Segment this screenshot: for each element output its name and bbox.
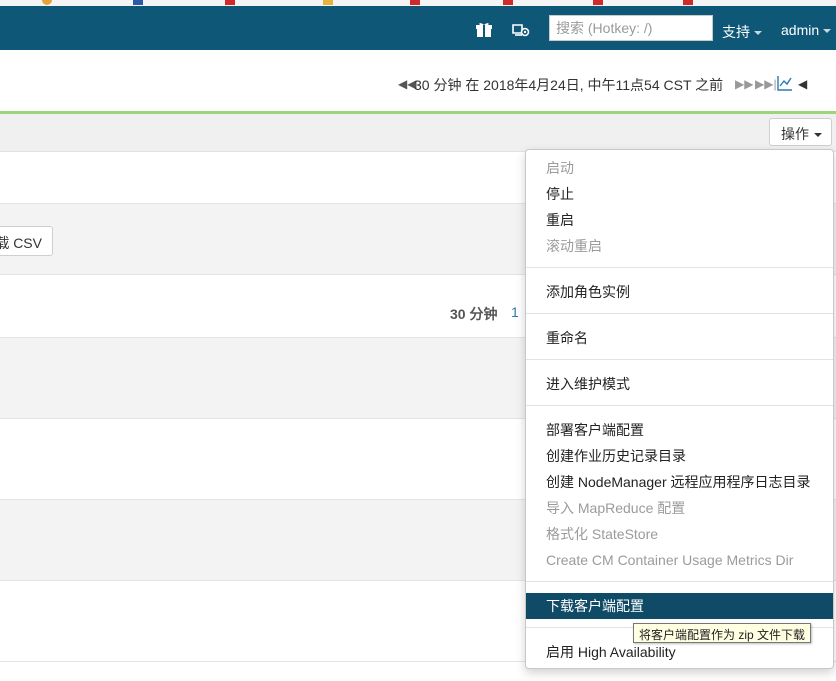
user-menu[interactable]: admin bbox=[781, 22, 832, 38]
menu-item-create-nodemanager-log-dir[interactable]: 创建 NodeManager 远程应用程序日志目录 bbox=[526, 469, 833, 495]
support-menu[interactable]: 支持 bbox=[722, 22, 762, 42]
menu-divider bbox=[526, 267, 833, 268]
bookmark-icon[interactable] bbox=[410, 0, 423, 5]
gift-icon[interactable] bbox=[475, 22, 493, 38]
menu-item-deploy-client-config[interactable]: 部署客户端配置 bbox=[526, 417, 833, 443]
bookmark-icon[interactable] bbox=[503, 0, 516, 5]
search-input[interactable] bbox=[549, 15, 713, 41]
menu-item-create-job-history-dir[interactable]: 创建作业历史记录目录 bbox=[526, 443, 833, 469]
menu-item-format-statestore[interactable]: 格式化 StateStore bbox=[526, 521, 833, 547]
page-toolbar: 操作 bbox=[0, 114, 836, 152]
menu-divider bbox=[526, 359, 833, 360]
actions-button[interactable]: 操作 bbox=[769, 118, 832, 146]
duration-link[interactable]: 1 bbox=[511, 304, 519, 320]
menu-item-create-cm-container-usage-dir[interactable]: Create CM Container Usage Metrics Dir bbox=[526, 547, 833, 573]
duration-label: 30 分钟 bbox=[450, 306, 498, 322]
actions-label: 操作 bbox=[781, 126, 809, 142]
support-label: 支持 bbox=[722, 24, 750, 40]
csv-label: 载 CSV bbox=[0, 235, 42, 251]
chevron-down-icon bbox=[814, 133, 822, 138]
user-label: admin bbox=[781, 22, 820, 38]
menu-item-import-mapreduce-config[interactable]: 导入 MapReduce 配置 bbox=[526, 495, 833, 521]
time-range-label[interactable]: 30 分钟 在 2018年4月24日, 中午11点54 CST 之前 bbox=[414, 75, 723, 95]
bookmark-icon[interactable] bbox=[323, 0, 336, 5]
menu-item-maintenance-mode[interactable]: 进入维护模式 bbox=[526, 371, 833, 397]
menu-item-rename[interactable]: 重命名 bbox=[526, 325, 833, 351]
cluster-settings-icon[interactable] bbox=[511, 22, 530, 38]
menu-item-stop[interactable]: 停止 bbox=[526, 181, 833, 207]
chevron-down-icon bbox=[754, 31, 762, 36]
menu-divider bbox=[526, 405, 833, 406]
bookmark-icon[interactable] bbox=[593, 0, 606, 5]
menu-item-start[interactable]: 启动 bbox=[526, 155, 833, 181]
line-chart-icon[interactable] bbox=[777, 75, 793, 91]
time-range-bar: ◀◀ 30 分钟 在 2018年4月24日, 中午11点54 CST 之前 ▶▶… bbox=[0, 50, 836, 112]
menu-item-rolling-restart[interactable]: 滚动重启 bbox=[526, 233, 833, 259]
skip-to-end-icon[interactable]: ▶▶| bbox=[755, 77, 777, 91]
tooltip: 将客户端配置作为 zip 文件下载 bbox=[633, 623, 812, 643]
bookmark-icon[interactable] bbox=[225, 0, 238, 5]
actions-dropdown-menu: 启动 停止 重启 滚动重启 添加角色实例 重命名 进入维护模式 部署客户端配置 … bbox=[525, 149, 834, 669]
bookmark-icon[interactable] bbox=[133, 0, 146, 5]
chevron-left-icon[interactable]: ◀ bbox=[798, 77, 807, 91]
menu-item-restart[interactable]: 重启 bbox=[526, 207, 833, 233]
chevron-down-icon bbox=[823, 29, 832, 34]
menu-item-download-client-config[interactable]: 下载客户端配置 bbox=[526, 593, 833, 619]
bookmark-icon[interactable] bbox=[683, 0, 696, 5]
fast-forward-icon[interactable]: ▶▶ bbox=[735, 77, 753, 91]
download-csv-button[interactable]: 载 CSV bbox=[0, 226, 53, 256]
menu-divider bbox=[526, 581, 833, 582]
top-navbar: 支持 admin bbox=[0, 6, 836, 50]
menu-divider bbox=[526, 313, 833, 314]
menu-item-add-role-instances[interactable]: 添加角色实例 bbox=[526, 279, 833, 305]
bookmark-icon[interactable] bbox=[42, 0, 55, 5]
